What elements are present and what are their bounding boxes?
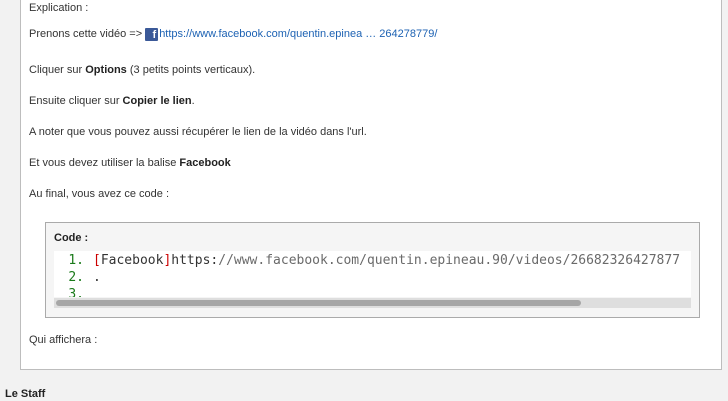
ensuite-line: Ensuite cliquer sur Copier le lien. bbox=[29, 95, 195, 107]
code-text: . bbox=[93, 270, 101, 285]
ensuite-suffix: . bbox=[191, 95, 195, 107]
final-line: Au final, vous avez ce code : bbox=[29, 188, 170, 200]
facebook-bold: Facebook bbox=[179, 157, 231, 169]
code-url-rest: //www.facebook.com/quentin.epineau.90/vi… bbox=[218, 253, 681, 268]
horizontal-scrollbar[interactable] bbox=[54, 298, 691, 308]
devez-line: Et vous devez utiliser la balise Faceboo… bbox=[29, 157, 231, 169]
ensuite-text: Ensuite cliquer sur bbox=[29, 95, 123, 107]
line-number: 3. bbox=[68, 287, 84, 297]
facebook-video-link[interactable]: https://www.facebook.com/quentin.epinea … bbox=[159, 28, 437, 40]
code-block: Code : 1. [Facebook]https://www.facebook.… bbox=[45, 222, 700, 318]
code-url-start: https: bbox=[171, 253, 219, 268]
copier-lien-bold: Copier le lien bbox=[122, 95, 192, 107]
code-tag: Facebook bbox=[100, 253, 164, 268]
code-area[interactable]: 1. [Facebook]https://www.facebook.com/que… bbox=[54, 251, 691, 297]
cliquer-text: Cliquer sur bbox=[29, 64, 86, 76]
line-number: 1. bbox=[68, 253, 84, 268]
staff-label: Le Staff bbox=[5, 388, 46, 400]
scrollbar-thumb[interactable] bbox=[56, 300, 581, 306]
post-panel: Explication : Prenons cette vidéo => f ht… bbox=[20, 0, 722, 370]
options-bold: Options bbox=[85, 64, 127, 76]
cliquer-line: Cliquer sur Options (3 petits points ver… bbox=[29, 64, 255, 76]
devez-text: Et vous devez utiliser la balise bbox=[29, 157, 180, 169]
line-number: 2. bbox=[68, 270, 84, 285]
affichera-line: Qui affichera : bbox=[29, 334, 98, 346]
noter-line: A noter que vous pouvez aussi récupérer … bbox=[29, 126, 367, 138]
code-line-3: 3. bbox=[54, 286, 93, 297]
code-line-1: 1. [Facebook]https://www.facebook.com/que… bbox=[54, 252, 680, 269]
prenons-text: Prenons cette vidéo => bbox=[29, 28, 146, 40]
facebook-icon: f bbox=[145, 28, 159, 41]
cliquer-suffix: (3 petits points verticaux). bbox=[126, 64, 256, 76]
explication-label: Explication : bbox=[29, 2, 89, 14]
prenons-line: Prenons cette vidéo => f https://www.face… bbox=[29, 28, 437, 41]
code-line-2: 2.. bbox=[54, 269, 101, 286]
bracket-open: [ bbox=[93, 253, 101, 268]
code-title: Code : bbox=[54, 232, 89, 244]
